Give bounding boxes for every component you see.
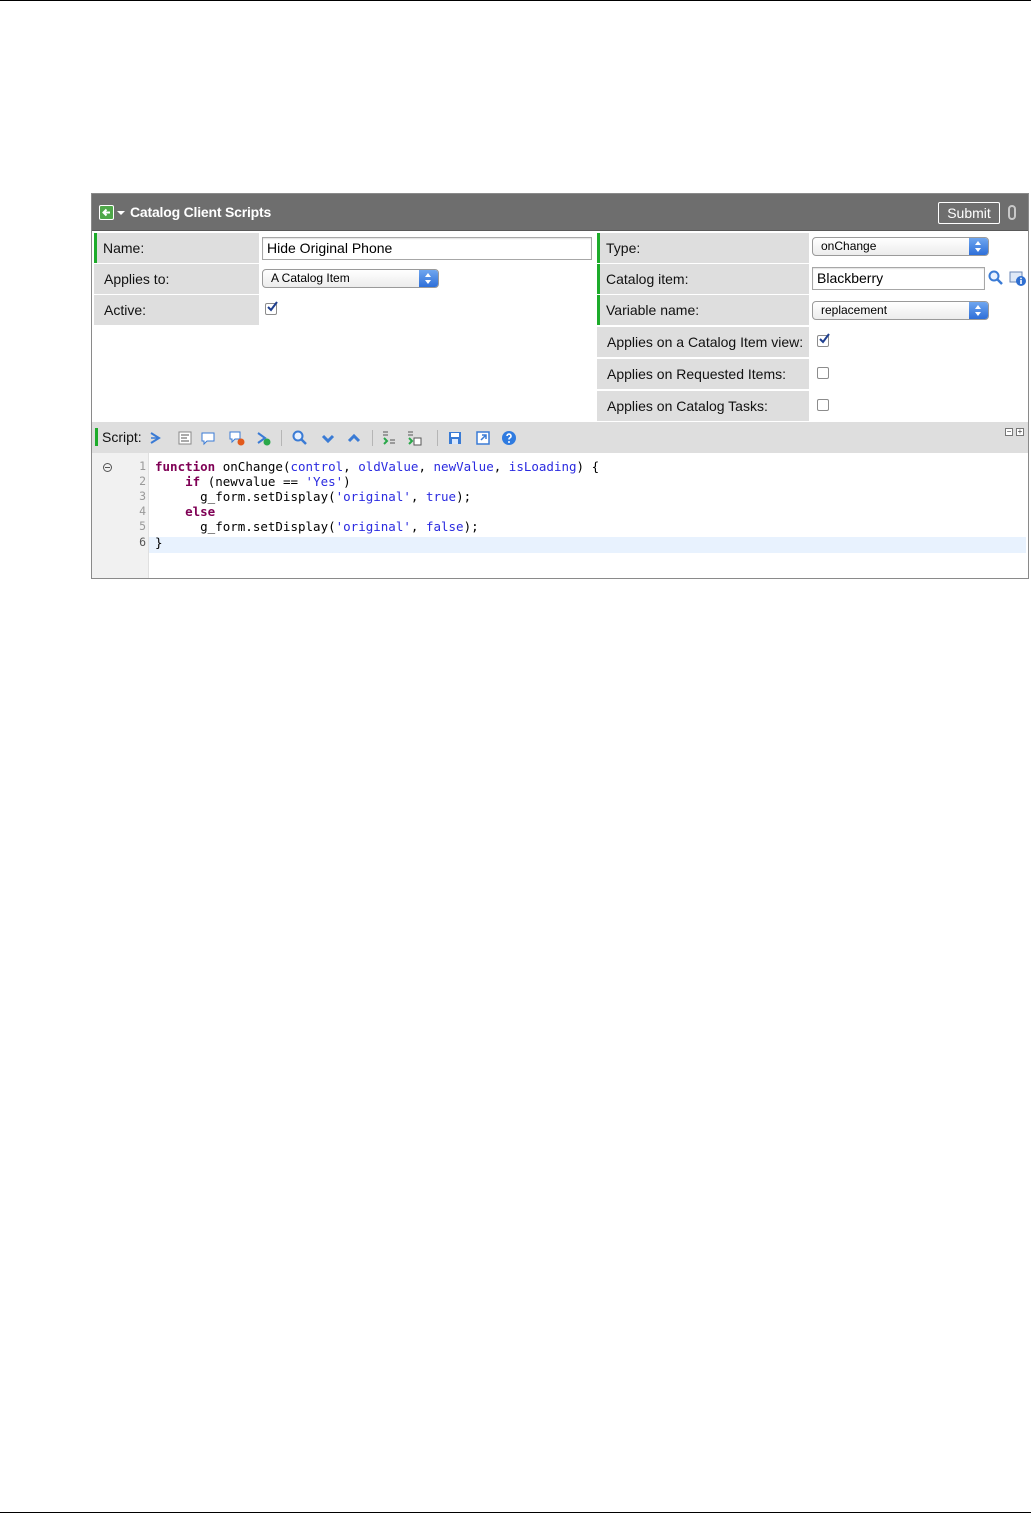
line-number: 6 (139, 535, 146, 549)
full-screen-icon[interactable] (475, 430, 491, 446)
variable-name-value: replacement (821, 303, 888, 317)
context-menu-caret-icon[interactable] (117, 211, 125, 215)
toolbar-separator (372, 430, 373, 446)
find-next-icon[interactable] (320, 430, 336, 446)
type-select[interactable]: onChange (812, 237, 989, 256)
select-arrows-icon (969, 302, 988, 319)
fold-collapse-icon[interactable] (103, 463, 112, 472)
search-icon[interactable] (292, 430, 308, 446)
select-arrows-icon (969, 238, 988, 255)
active-checkbox[interactable] (265, 301, 278, 315)
applies-to-select[interactable]: A Catalog Item (262, 269, 439, 288)
script-editor[interactable]: 1 2 3 4 5 6 function onChange(control, o… (92, 453, 1028, 578)
variable-name-select[interactable]: replacement (812, 301, 989, 320)
collapse-icon[interactable]: − (1005, 428, 1013, 436)
code-line: function onChange(control, oldValue, new… (155, 459, 600, 474)
code-line: } (155, 535, 163, 550)
script-label: Script: (95, 428, 142, 446)
applies-to-label: Applies to: (94, 264, 259, 294)
line-number: 1 (139, 459, 146, 473)
active-label: Active: (94, 295, 259, 325)
name-field[interactable]: Hide Original Phone (262, 237, 592, 260)
name-label: Name: (94, 233, 259, 263)
script-toolbar: Script: − + (92, 422, 1028, 453)
select-arrows-icon (419, 270, 438, 287)
checkmark-icon (267, 301, 278, 312)
submit-button[interactable]: Submit (938, 202, 1000, 224)
type-value: onChange (821, 239, 877, 253)
variable-name-label: Variable name: (597, 295, 809, 325)
line-number: 3 (139, 489, 146, 503)
catalog-item-field[interactable]: Blackberry (812, 267, 985, 290)
active-line-highlight (149, 537, 1026, 553)
replace-all-icon[interactable] (406, 430, 422, 446)
form-title: Catalog Client Scripts (130, 204, 272, 220)
toolbar-separator (437, 430, 438, 446)
format-code-icon[interactable] (177, 430, 193, 446)
paperclip-icon[interactable] (1008, 205, 1016, 220)
check-syntax-icon[interactable] (255, 430, 271, 446)
toggle-syntax-editor-icon[interactable] (147, 430, 163, 446)
page-bottom-rule (0, 1512, 1031, 1513)
search-icon[interactable] (988, 270, 1004, 286)
checkmark-icon (819, 333, 830, 344)
applies-requested-items-label: Applies on Requested Items: (597, 359, 809, 389)
line-number: 2 (139, 474, 146, 488)
applies-catalog-item-view-checkbox[interactable] (817, 333, 830, 347)
code-line: else (185, 504, 216, 519)
back-arrow-icon[interactable] (99, 205, 114, 220)
find-previous-icon[interactable] (346, 430, 362, 446)
code-line: if (newvalue == 'Yes') (185, 474, 351, 489)
code-line: g_form.setDisplay('original', false); (155, 519, 479, 534)
toolbar-separator (281, 430, 282, 446)
line-number: 4 (139, 504, 146, 518)
expand-icon[interactable]: + (1016, 428, 1024, 436)
applies-catalog-tasks-checkbox[interactable] (817, 399, 829, 411)
uncomment-icon[interactable] (229, 430, 245, 446)
catalog-item-label: Catalog item: (597, 264, 809, 294)
code-line: g_form.setDisplay('original', true); (155, 489, 472, 504)
replace-icon[interactable] (381, 430, 397, 446)
applies-to-value: A Catalog Item (271, 271, 350, 285)
applies-requested-items-checkbox[interactable] (817, 367, 829, 379)
save-icon[interactable] (447, 430, 463, 446)
help-icon[interactable] (501, 430, 517, 446)
applies-catalog-tasks-label: Applies on Catalog Tasks: (597, 391, 809, 421)
type-label: Type: (597, 233, 809, 263)
form-header: Catalog Client Scripts Submit (92, 194, 1028, 231)
applies-catalog-item-view-label: Applies on a Catalog Item view: (597, 327, 809, 357)
page-top-rule (0, 0, 1031, 1)
line-number-gutter: 1 2 3 4 5 6 (92, 453, 149, 578)
comment-icon[interactable] (200, 430, 216, 446)
reference-info-icon[interactable] (1009, 270, 1027, 287)
catalog-client-script-form: Catalog Client Scripts Submit Name: Hide… (91, 193, 1029, 579)
line-number: 5 (139, 519, 146, 533)
